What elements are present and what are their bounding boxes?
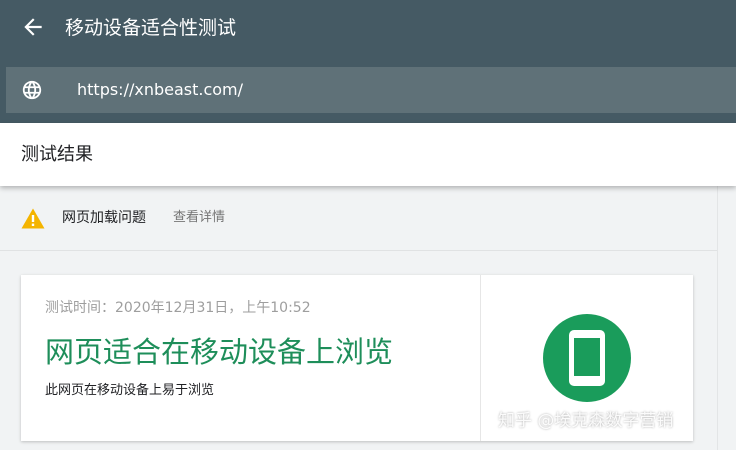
results-title: 测试结果 (21, 144, 93, 165)
url-bar[interactable]: https://xnbeast.com/ (6, 67, 736, 113)
app-header: 移动设备适合性测试 https://xnbeast.com/ (0, 0, 736, 123)
mobile-friendly-badge (543, 314, 631, 402)
verdict-description: 此网页在移动设备上易于浏览 (45, 383, 215, 398)
mobile-phone-icon (569, 330, 605, 386)
watermark: 知乎 @埃克森数字营销 (498, 411, 674, 431)
warning-icon (21, 208, 45, 229)
results-header: 测试结果 (0, 123, 736, 186)
arrow-left-icon[interactable] (20, 14, 46, 40)
issue-label: 网页加载问题 (62, 210, 146, 226)
verdict-heading: 网页适合在移动设备上浏览 (45, 335, 394, 369)
globe-icon (21, 79, 43, 101)
page-loading-issue-row: 网页加载问题 查看详情 (0, 186, 717, 251)
card-divider (480, 275, 481, 441)
test-time: 测试时间：2020年12月31日，上午10:52 (45, 300, 311, 316)
scroll-gutter (717, 186, 736, 450)
view-details-link[interactable]: 查看详情 (173, 206, 225, 230)
url-text: https://xnbeast.com/ (77, 80, 244, 99)
app-title: 移动设备适合性测试 (65, 17, 237, 39)
